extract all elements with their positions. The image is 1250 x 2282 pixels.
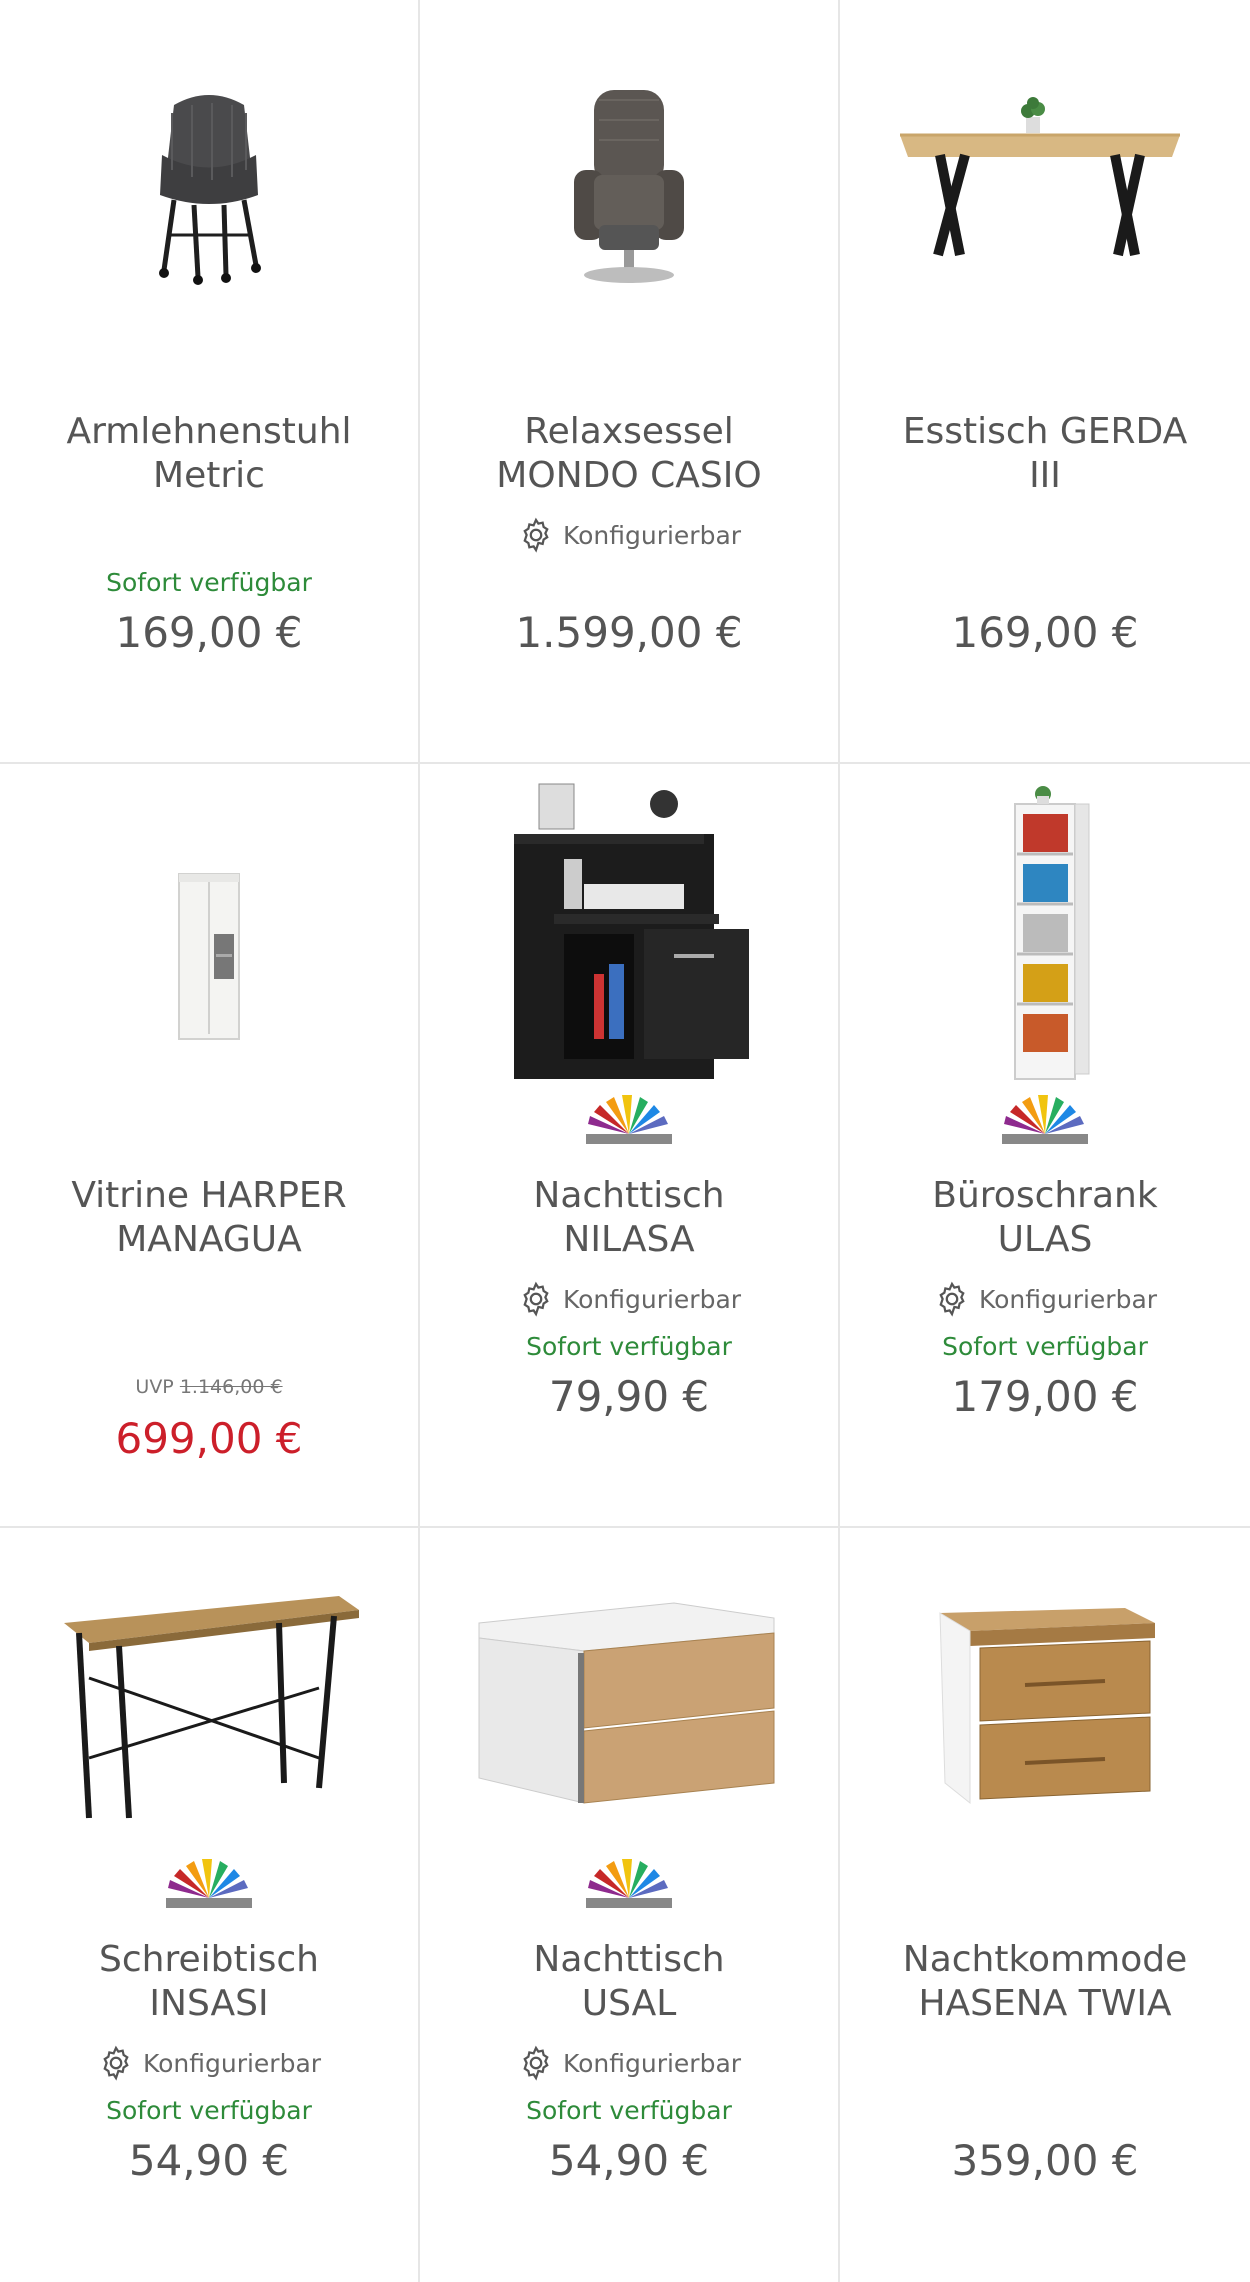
color-palette-icon xyxy=(586,1859,672,1908)
product-title[interactable]: Esstisch GERDA III xyxy=(860,410,1230,498)
color-palette-icon xyxy=(1002,1095,1088,1144)
product-title[interactable]: Armlehnenstuhl Metric xyxy=(20,410,398,498)
title-line[interactable]: Relaxsessel xyxy=(440,410,818,454)
configurable-label: Konfigurierbar xyxy=(562,1284,742,1314)
product-title[interactable]: Nachttisch USAL xyxy=(440,1938,818,2026)
recliner-image[interactable] xyxy=(420,0,838,370)
gear-icon xyxy=(523,2045,549,2081)
title-line[interactable]: HASENA TWIA xyxy=(860,1982,1230,2026)
dining-table-image[interactable] xyxy=(840,0,1250,370)
product-price: 54,90 € xyxy=(128,2136,290,2185)
product-title[interactable]: Nachtkommode HASENA TWIA xyxy=(860,1938,1230,2026)
configurable-badge: Konfigurierbar xyxy=(0,2044,418,2082)
product-card[interactable]: Büroschrank ULAS Konfigurierbar Sofort v… xyxy=(840,764,1250,1526)
configurable-label: Konfigurierbar xyxy=(978,1284,1158,1314)
configurable-label: Konfigurierbar xyxy=(142,2048,322,2078)
title-line[interactable]: Büroschrank xyxy=(860,1174,1230,1218)
product-grid: Armlehnenstuhl Metric Sofort verfügbar 1… xyxy=(0,0,1250,2282)
vitrine-image[interactable] xyxy=(0,764,418,1134)
product-price: 169,00 € xyxy=(115,608,303,657)
title-line[interactable]: Schreibtisch xyxy=(20,1938,398,1982)
configurable-label: Konfigurierbar xyxy=(562,520,742,550)
title-line[interactable]: III xyxy=(860,454,1230,498)
product-title[interactable]: Nachttisch NILASA xyxy=(440,1174,818,1262)
title-line[interactable]: Esstisch GERDA xyxy=(860,410,1230,454)
availability-status: Sofort verfügbar xyxy=(106,568,312,597)
product-title[interactable]: Relaxsessel MONDO CASIO xyxy=(440,410,818,498)
sale-price: 699,00 € xyxy=(115,1414,303,1463)
gear-icon xyxy=(523,1281,549,1317)
product-card[interactable]: Nachtkommode HASENA TWIA 359,00 € xyxy=(840,1528,1250,2282)
product-title[interactable]: Schreibtisch INSASI xyxy=(20,1938,398,2026)
title-line[interactable]: MANAGUA xyxy=(20,1218,398,1262)
configurable-badge: Konfigurierbar xyxy=(840,1280,1250,1318)
uvp-price: UVP 1.146,00 € xyxy=(0,1376,418,1398)
office-cabinet-image[interactable] xyxy=(840,774,1250,1084)
product-card[interactable]: Schreibtisch INSASI Konfigurierbar Sofor… xyxy=(0,1528,418,2282)
availability-status: Sofort verfügbar xyxy=(942,1332,1148,1361)
uvp-label: UVP xyxy=(135,1376,174,1398)
gear-icon xyxy=(939,1281,965,1317)
title-line[interactable]: Nachttisch xyxy=(440,1174,818,1218)
configurable-badge: Konfigurierbar xyxy=(420,2044,838,2082)
title-line[interactable]: Metric xyxy=(20,454,398,498)
product-card[interactable]: Nachttisch USAL Konfigurierbar Sofort ve… xyxy=(420,1528,838,2282)
nightstand-black-image[interactable] xyxy=(420,774,838,1084)
title-line[interactable]: USAL xyxy=(440,1982,818,2026)
configurable-badge: Konfigurierbar xyxy=(420,516,838,554)
title-line[interactable]: ULAS xyxy=(860,1218,1230,1262)
product-price: 79,90 € xyxy=(548,1372,710,1421)
title-line[interactable]: INSASI xyxy=(20,1982,398,2026)
product-card[interactable]: Relaxsessel MONDO CASIO Konfigurierbar 1… xyxy=(420,0,838,762)
gear-icon xyxy=(103,2045,129,2081)
desk-image[interactable] xyxy=(0,1568,418,1848)
title-line[interactable]: Nachttisch xyxy=(440,1938,818,1982)
nightstand-white-oak-image[interactable] xyxy=(420,1568,838,1848)
configurable-label: Konfigurierbar xyxy=(562,2048,742,2078)
product-price: 1.599,00 € xyxy=(515,608,743,657)
armchair-image[interactable] xyxy=(0,0,418,370)
bedside-chest-image[interactable] xyxy=(840,1568,1250,1848)
availability-status: Sofort verfügbar xyxy=(526,1332,732,1361)
color-palette-icon xyxy=(166,1859,252,1908)
product-price: 179,00 € xyxy=(951,1372,1139,1421)
product-card[interactable]: Armlehnenstuhl Metric Sofort verfügbar 1… xyxy=(0,0,418,762)
product-title[interactable]: Büroschrank ULAS xyxy=(860,1174,1230,1262)
product-card[interactable]: Nachttisch NILASA Konfigurierbar Sofort … xyxy=(420,764,838,1526)
product-card[interactable]: Esstisch GERDA III 169,00 € xyxy=(840,0,1250,762)
title-line[interactable]: Vitrine HARPER xyxy=(20,1174,398,1218)
availability-status: Sofort verfügbar xyxy=(106,2096,312,2125)
availability-status: Sofort verfügbar xyxy=(526,2096,732,2125)
color-palette-icon xyxy=(586,1095,672,1144)
product-title[interactable]: Vitrine HARPER MANAGUA xyxy=(20,1174,398,1262)
product-price: 359,00 € xyxy=(951,2136,1139,2185)
product-card[interactable]: Vitrine HARPER MANAGUA UVP 1.146,00 € 69… xyxy=(0,764,418,1526)
gear-icon xyxy=(523,517,549,553)
product-price: 169,00 € xyxy=(951,608,1139,657)
title-line[interactable]: Armlehnenstuhl xyxy=(20,410,398,454)
title-line[interactable]: MONDO CASIO xyxy=(440,454,818,498)
title-line[interactable]: NILASA xyxy=(440,1218,818,1262)
product-price: 54,90 € xyxy=(548,2136,710,2185)
configurable-badge: Konfigurierbar xyxy=(420,1280,838,1318)
title-line[interactable]: Nachtkommode xyxy=(860,1938,1230,1982)
old-price: 1.146,00 € xyxy=(179,1376,283,1398)
